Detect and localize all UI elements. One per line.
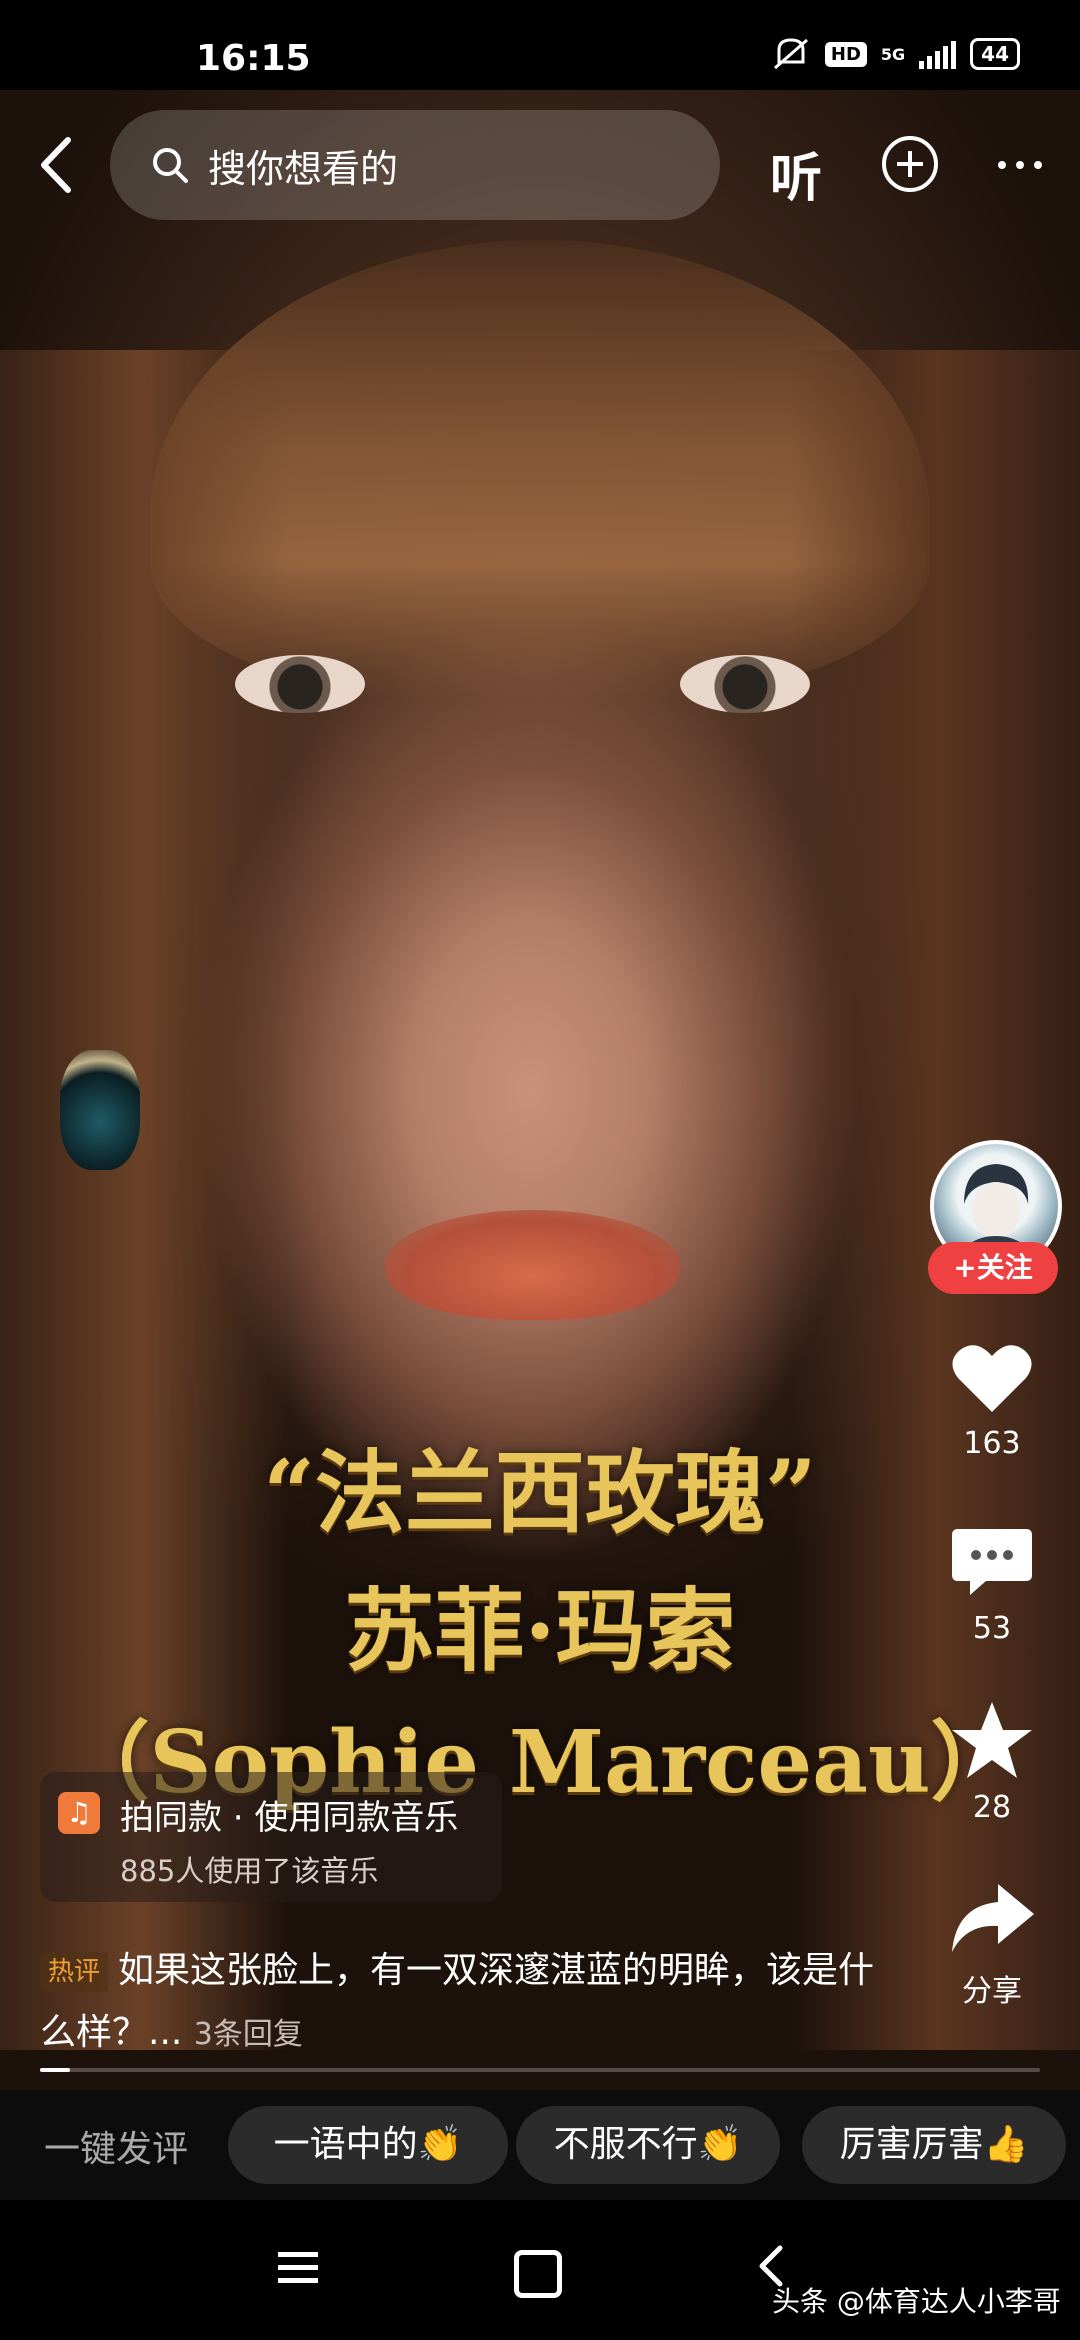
video-progress-fill <box>40 2068 70 2072</box>
comment-icon <box>952 1529 1032 1595</box>
video-title-overlay: “法兰西玫瑰” 苏菲·玛索 （Sophie Marceau） <box>0 1420 1080 1817</box>
music-card[interactable]: ♫ 拍同款 · 使用同款音乐 885人使用了该音乐 <box>40 1772 502 1902</box>
music-usage: 885人使用了该音乐 <box>120 1854 379 1888</box>
listen-button[interactable]: 听 <box>770 136 822 211</box>
share-label: 分享 <box>962 1974 1022 2009</box>
heart-icon <box>952 1345 1032 1412</box>
status-bar: 16:15 HD 5G 44 <box>0 0 1080 90</box>
quick-comment-chip[interactable]: 不服不行👏 <box>516 2106 780 2184</box>
hot-comment-text: 如果这张脸上，有一双深邃湛蓝的明眸，该是什么样？... <box>40 1950 875 2053</box>
recent-apps-icon[interactable] <box>276 2248 320 2288</box>
status-time: 16:15 <box>196 38 311 79</box>
title-line-1: “法兰西玫瑰” <box>263 1440 817 1546</box>
mute-icon <box>773 38 808 70</box>
quick-comment-chip[interactable]: 厉害厉害👍 <box>802 2106 1066 2184</box>
share-button[interactable]: 分享 <box>930 1880 1054 2010</box>
follow-button[interactable]: +关注 <box>928 1242 1058 1294</box>
quick-comment-chip[interactable]: 一语中的👏 <box>228 2106 508 2184</box>
like-count: 163 <box>963 1426 1021 1461</box>
system-nav-bar: 头条 @体育达人小李哥 <box>0 2200 1080 2340</box>
earring <box>60 1050 140 1170</box>
left-eye <box>235 655 365 713</box>
hot-comment-replies[interactable]: 3条回复 <box>194 2017 303 2052</box>
quick-comment-bar: 一键发评 一语中的👏 不服不行👏 厉害厉害👍 <box>0 2090 1080 2200</box>
lips <box>385 1210 680 1320</box>
favorite-button[interactable]: 28 <box>930 1700 1054 1825</box>
home-icon[interactable] <box>514 2250 562 2298</box>
back-icon[interactable] <box>28 130 88 200</box>
like-button[interactable]: 163 <box>930 1340 1054 1461</box>
status-icons: HD 5G 44 <box>771 36 1020 72</box>
comment-button[interactable]: 53 <box>930 1525 1054 1646</box>
share-icon <box>952 1884 1034 1952</box>
more-icon[interactable] <box>990 140 1050 190</box>
search-icon <box>153 148 188 183</box>
music-note-icon: ♫ <box>58 1792 100 1834</box>
video-progress-bar[interactable] <box>40 2068 1040 2072</box>
add-icon[interactable] <box>880 134 940 194</box>
right-eye <box>680 655 810 713</box>
hot-comment-tag: 热评 <box>40 1952 109 1992</box>
watermark: 头条 @体育达人小李哥 <box>772 2285 1061 2318</box>
battery-icon: 44 <box>970 38 1020 70</box>
network-type: 5G <box>880 44 906 64</box>
search-input[interactable]: 搜你想看的 <box>110 110 720 220</box>
music-action: 拍同款 · 使用同款音乐 <box>120 1798 459 1838</box>
comment-count: 53 <box>972 1611 1012 1646</box>
search-placeholder: 搜你想看的 <box>208 146 399 191</box>
title-line-2: 苏菲·玛索 <box>344 1578 736 1684</box>
hd-badge: HD <box>824 41 867 67</box>
quick-comment-label[interactable]: 一键发评 <box>44 2120 188 2172</box>
star-icon <box>952 1702 1032 1778</box>
hot-comment[interactable]: 热评 如果这张脸上，有一双深邃湛蓝的明眸，该是什么样？... 3条回复 <box>40 1940 900 2066</box>
signal-icon <box>919 39 957 69</box>
favorite-count: 28 <box>972 1790 1012 1825</box>
top-bar: 搜你想看的 听 <box>0 110 1080 220</box>
